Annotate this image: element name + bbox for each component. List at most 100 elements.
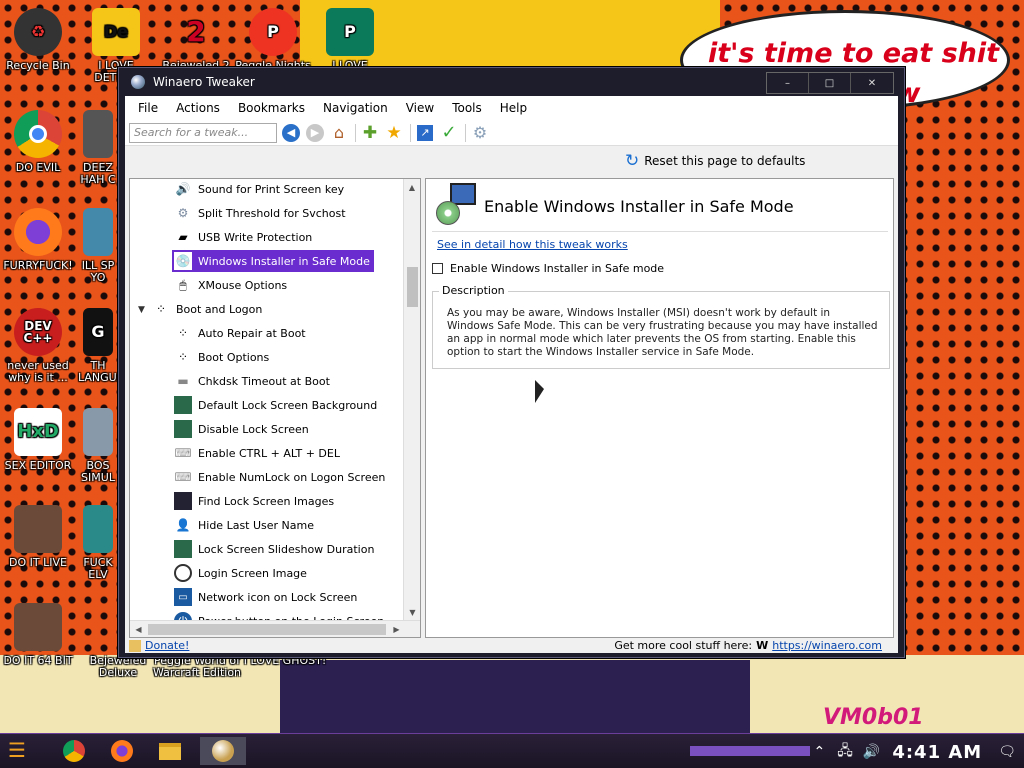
checkbox-box[interactable] bbox=[432, 263, 443, 274]
tree-item-network-icon-lock[interactable]: ▭ Network icon on Lock Screen bbox=[174, 586, 357, 608]
close-button[interactable]: ✕ bbox=[851, 73, 893, 93]
toolbar-separator bbox=[355, 123, 356, 142]
tree-item-chkdsk-timeout[interactable]: ▬ Chkdsk Timeout at Boot bbox=[174, 370, 330, 392]
reset-page-button[interactable]: ↻ Reset this page to defaults bbox=[625, 151, 805, 171]
settings-button[interactable]: ⚙ bbox=[470, 123, 490, 143]
window-controls: – □ ✕ bbox=[766, 72, 894, 94]
windows-installer-icon bbox=[432, 183, 478, 229]
desktop-icon-do-it-live[interactable]: DO IT LIVE bbox=[0, 505, 76, 569]
apply-button[interactable]: ✓ bbox=[439, 122, 459, 143]
desktop-icon-peggle-wow[interactable]: Peggle World of Warcraft Edition bbox=[152, 655, 242, 679]
scrollbar-thumb[interactable] bbox=[407, 267, 418, 307]
detail-title: Enable Windows Installer in Safe Mode bbox=[484, 196, 794, 216]
horizontal-scrollbar-thumb[interactable] bbox=[148, 624, 386, 635]
chevron-down-icon[interactable]: ▼ bbox=[138, 305, 145, 315]
tree-item-auto-repair[interactable]: ⁘ Auto Repair at Boot bbox=[174, 322, 306, 344]
tree-horizontal-scrollbar[interactable]: ◀ ▶ bbox=[130, 620, 420, 637]
desktop-icon-devcpp[interactable]: DEV C++ never used why is it ... bbox=[0, 308, 76, 384]
tree-item-boot-options[interactable]: ⁘ Boot Options bbox=[174, 346, 269, 368]
tree-item-disable-lock[interactable]: Disable Lock Screen bbox=[174, 418, 309, 440]
scroll-left-arrow-icon[interactable]: ◀ bbox=[130, 625, 147, 634]
winaero-site-link[interactable]: https://winaero.com bbox=[772, 639, 882, 652]
picture-icon bbox=[174, 540, 192, 558]
desktop-icon-peggle-nights[interactable]: P Peggle Nights bbox=[235, 8, 311, 72]
scroll-up-arrow-icon[interactable]: ▲ bbox=[404, 179, 420, 196]
toolbar-separator bbox=[465, 123, 466, 142]
tree-item-slideshow-duration[interactable]: Lock Screen Slideshow Duration bbox=[174, 538, 374, 560]
donate-link[interactable]: Donate! bbox=[145, 639, 189, 652]
shortcut-button[interactable]: ↗ bbox=[415, 123, 435, 143]
tree-item-find-lock-images[interactable]: Find Lock Screen Images bbox=[174, 490, 334, 512]
toolbar-separator bbox=[410, 123, 411, 142]
desktop-icon-publisher[interactable]: P I LOVE bbox=[312, 8, 388, 72]
tree-item-ctrl-alt-del[interactable]: ⌨ Enable CTRL + ALT + DEL bbox=[174, 442, 340, 464]
tree-item-split-threshold[interactable]: ⚙ Split Threshold for Svchost bbox=[174, 202, 346, 224]
clock[interactable]: 4:41 AM bbox=[892, 742, 982, 763]
back-button[interactable]: ◀ bbox=[281, 123, 301, 143]
desktop-icon-language[interactable]: G TH LANGUA bbox=[78, 308, 124, 384]
taskbar-chrome[interactable] bbox=[58, 737, 90, 765]
menu-tools[interactable]: Tools bbox=[443, 101, 491, 115]
taskbar-winaero-tweaker[interactable] bbox=[200, 737, 246, 765]
tree-item-hide-last-user[interactable]: 👤 Hide Last User Name bbox=[174, 514, 315, 536]
network-icon[interactable]: 🖧 bbox=[837, 740, 853, 764]
taskbar-file-explorer[interactable] bbox=[154, 737, 186, 765]
volume-icon[interactable]: 🔊 bbox=[863, 744, 880, 760]
desktop-icon-recycle-bin[interactable]: ♻ Recycle Bin bbox=[0, 8, 76, 72]
desktop-icon-deez[interactable]: DEEZ HAH C bbox=[78, 110, 118, 186]
taskbar: ☰ ⌃ 🖧 🔊 4:41 AM 🗨 bbox=[0, 733, 1024, 768]
tweak-details-link[interactable]: See in detail how this tweak works bbox=[437, 238, 628, 251]
desktop-icon-boss[interactable]: BOS SIMUL bbox=[78, 408, 118, 484]
desktop-icon-ill-sp[interactable]: ILL SP YO bbox=[78, 208, 118, 284]
taskbar-firefox[interactable] bbox=[106, 737, 138, 765]
tree-item-numlock[interactable]: ⌨ Enable NumLock on Logon Screen bbox=[174, 466, 385, 488]
portrait-icon bbox=[14, 505, 62, 553]
back-arrow-icon: ◀ bbox=[282, 123, 300, 142]
search-input[interactable]: Search for a tweak... bbox=[129, 122, 277, 143]
detail-divider bbox=[432, 231, 888, 232]
chevron-up-icon[interactable]: ⌃ bbox=[814, 744, 826, 760]
menu-bookmarks[interactable]: Bookmarks bbox=[229, 101, 314, 115]
status-bar: Donate! Get more cool stuff here: W http… bbox=[125, 639, 898, 653]
desktop-icon-firefox[interactable]: FURRYFUCK! bbox=[0, 208, 76, 272]
desktop-icon-fuck-elv[interactable]: FUCK ELV bbox=[78, 505, 118, 581]
desktop-icon-chrome[interactable]: DO EVIL bbox=[0, 110, 76, 174]
tree-item-default-lock-bg[interactable]: Default Lock Screen Background bbox=[174, 394, 377, 416]
desktop-icon-bejeweled-deluxe[interactable]: Bejeweled Deluxe bbox=[80, 655, 156, 679]
tree-item-usb-write[interactable]: ▰ USB Write Protection bbox=[174, 226, 312, 248]
minimize-button[interactable]: – bbox=[767, 73, 809, 93]
forward-button[interactable]: ▶ bbox=[305, 123, 325, 143]
firefox-icon bbox=[14, 208, 62, 256]
menu-help[interactable]: Help bbox=[491, 101, 536, 115]
tree-category-boot-logon[interactable]: ⁘ Boot and Logon bbox=[152, 298, 262, 320]
desktop-icon-do-it-64[interactable]: DO IT 64 BIT bbox=[0, 603, 76, 667]
tree-item-sound-print-screen[interactable]: 🔊 Sound for Print Screen key bbox=[174, 179, 345, 200]
scroll-right-arrow-icon[interactable]: ▶ bbox=[388, 625, 405, 634]
window-titlebar[interactable]: Winaero Tweaker – □ ✕ bbox=[119, 68, 904, 96]
winaero-logo-icon: W bbox=[756, 639, 769, 652]
add-bookmark-button[interactable]: ✚ bbox=[360, 123, 380, 143]
bookmarks-button[interactable]: ★ bbox=[384, 123, 404, 143]
maximize-button[interactable]: □ bbox=[809, 73, 851, 93]
scroll-down-arrow-icon[interactable]: ▼ bbox=[404, 604, 420, 621]
menu-navigation[interactable]: Navigation bbox=[314, 101, 397, 115]
desktop-icon-bejeweled2[interactable]: 2 Bejeweled 2 bbox=[158, 8, 234, 72]
desktop-icon-hxd[interactable]: HxD SEX EDITOR bbox=[0, 408, 76, 472]
chrome-icon bbox=[14, 110, 62, 158]
tree-vertical-scrollbar[interactable]: ▲ ▼ bbox=[403, 179, 420, 621]
tree-item-windows-installer-safe-mode[interactable]: 💿 Windows Installer in Safe Mode bbox=[172, 250, 374, 272]
menu-view[interactable]: View bbox=[397, 101, 443, 115]
wallpaper-bottom-dark bbox=[280, 660, 750, 735]
tweak-tree[interactable]: 🔊 Sound for Print Screen key ⚙ Split Thres… bbox=[129, 178, 421, 638]
enable-installer-checkbox[interactable]: Enable Windows Installer in Safe mode bbox=[432, 262, 664, 275]
home-button[interactable]: ⌂ bbox=[329, 123, 349, 143]
tree-item-xmouse[interactable]: 🖱 XMouse Options bbox=[174, 274, 287, 296]
start-button[interactable]: ☰ bbox=[8, 738, 38, 764]
usb-icon: ▰ bbox=[178, 230, 188, 244]
menu-actions[interactable]: Actions bbox=[167, 101, 229, 115]
tree-item-login-screen-image[interactable]: Login Screen Image bbox=[174, 562, 307, 584]
menu-file[interactable]: File bbox=[129, 101, 167, 115]
notifications-icon[interactable]: 🗨 bbox=[998, 744, 1016, 760]
detail-header: Enable Windows Installer in Safe Mode bbox=[432, 183, 794, 229]
app-icon bbox=[83, 208, 113, 256]
